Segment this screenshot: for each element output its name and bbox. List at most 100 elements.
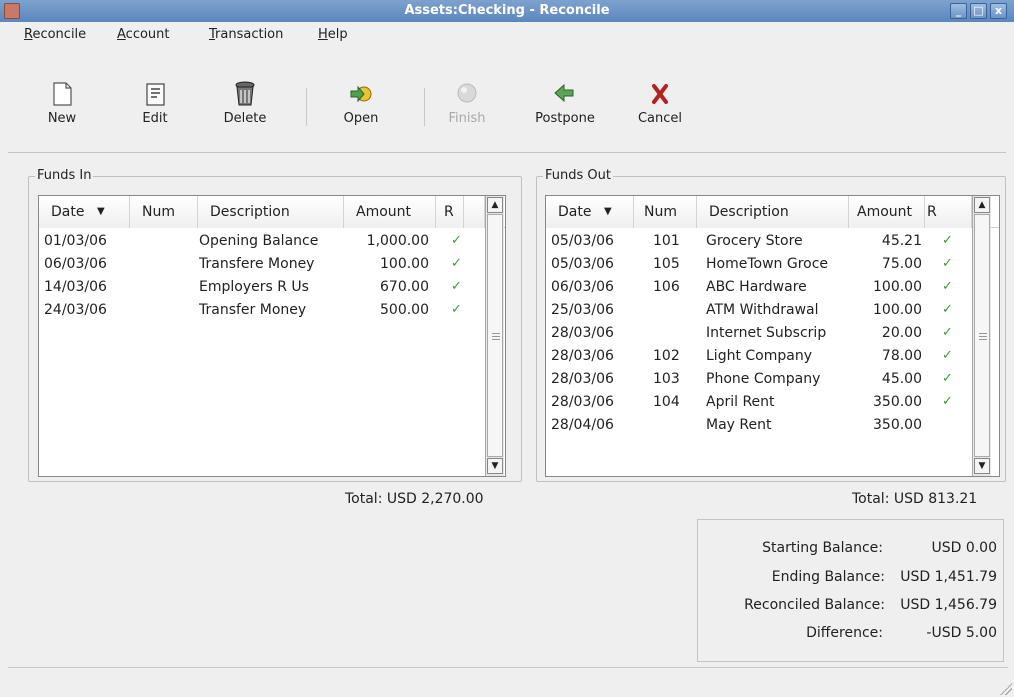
minimize-button[interactable]: _	[950, 3, 967, 19]
table-row[interactable]: 28/03/06 Internet Subscrip 20.00 ✓	[546, 322, 999, 345]
description-cell: Internet Subscrip	[706, 325, 827, 341]
close-button[interactable]: x	[990, 3, 1007, 19]
reconciled-check[interactable]: ✓	[942, 325, 953, 340]
reconciled-check[interactable]: ✓	[942, 256, 953, 271]
starting-balance-value: USD 0.00	[931, 540, 997, 556]
date-cell: 24/03/06	[44, 302, 107, 318]
scroll-trough[interactable]	[487, 214, 503, 457]
delete-label: Delete	[223, 111, 267, 126]
column-description[interactable]: Description	[697, 196, 849, 228]
title-bar[interactable]: Assets:Checking - Reconcile _ □ x	[0, 0, 1014, 22]
table-row[interactable]: 28/03/06 104 April Rent 350.00 ✓	[546, 391, 999, 414]
resize-grip-icon[interactable]	[1000, 683, 1012, 695]
funds-out-header: Date ▼ Num Description Amount R	[546, 196, 999, 228]
cancel-button[interactable]: Cancel	[625, 80, 695, 126]
scroll-grip	[979, 336, 987, 337]
column-amount[interactable]: Amount	[344, 196, 436, 228]
menu-reconcile[interactable]: Reconcile	[24, 27, 86, 42]
column-filler	[464, 196, 485, 228]
reconciled-check[interactable]: ✓	[942, 348, 953, 363]
column-num[interactable]: Num	[130, 196, 198, 228]
funds-in-rows: 01/03/06 Opening Balance 1,000.00 ✓ 06/0…	[39, 230, 505, 322]
amount-cell: 670.00	[380, 279, 429, 295]
table-row[interactable]: 14/03/06 Employers R Us 670.00 ✓	[39, 276, 505, 299]
postpone-button[interactable]: Postpone	[530, 80, 600, 126]
column-reconciled[interactable]: R	[925, 196, 972, 228]
sort-down-icon: ▼	[97, 206, 105, 217]
date-cell: 05/03/06	[551, 256, 614, 272]
column-amount[interactable]: Amount	[849, 196, 925, 228]
description-cell: Opening Balance	[199, 233, 319, 249]
menu-account[interactable]: Account	[117, 27, 170, 42]
description-cell: Transfere Money	[199, 256, 315, 272]
column-reconciled[interactable]: R	[436, 196, 464, 228]
description-cell: Grocery Store	[706, 233, 803, 249]
status-bar-divider	[8, 667, 1008, 668]
menu-help[interactable]: Help	[318, 27, 348, 42]
funds-in-scrollbar[interactable]: ▲ ▼	[485, 196, 504, 476]
reconciled-check[interactable]: ✓	[451, 302, 462, 317]
table-row[interactable]: 28/03/06 103 Phone Company 45.00 ✓	[546, 368, 999, 391]
new-button[interactable]: New	[27, 80, 97, 126]
scroll-trough[interactable]	[974, 214, 990, 457]
column-description[interactable]: Description	[198, 196, 344, 228]
cancel-x-icon	[646, 80, 674, 108]
table-row[interactable]: 01/03/06 Opening Balance 1,000.00 ✓	[39, 230, 505, 253]
maximize-button[interactable]: □	[970, 3, 987, 19]
description-cell: HomeTown Groce	[706, 256, 829, 272]
table-row[interactable]: 28/03/06 102 Light Company 78.00 ✓	[546, 345, 999, 368]
starting-balance-row: Starting Balance: USD 0.00	[698, 540, 1003, 560]
finish-button[interactable]: Finish	[432, 80, 502, 126]
funds-in-list[interactable]: Date ▼ Num Description Amount R 01/03/06…	[38, 195, 506, 477]
table-row[interactable]: 05/03/06 101 Grocery Store 45.21 ✓	[546, 230, 999, 253]
toolbar-separator	[306, 88, 307, 126]
description-cell: Transfer Money	[199, 302, 307, 318]
table-row[interactable]: 06/03/06 106 ABC Hardware 100.00 ✓	[546, 276, 999, 299]
ending-balance-value: USD 1,451.79	[900, 569, 997, 585]
delete-button[interactable]: Delete	[210, 80, 280, 126]
reconciled-check[interactable]: ✓	[942, 233, 953, 248]
trash-icon	[231, 80, 259, 108]
table-row[interactable]: 25/03/06 ATM Withdrawal 100.00 ✓	[546, 299, 999, 322]
column-date[interactable]: Date ▼	[39, 196, 130, 228]
funds-out-scrollbar[interactable]: ▲ ▼	[972, 196, 991, 476]
table-row[interactable]: 06/03/06 Transfere Money 100.00 ✓	[39, 253, 505, 276]
reconciled-check[interactable]: ✓	[942, 394, 953, 409]
scroll-down-icon[interactable]: ▼	[487, 458, 503, 474]
table-row[interactable]: 05/03/06 105 HomeTown Groce 75.00 ✓	[546, 253, 999, 276]
scroll-up-icon[interactable]: ▲	[487, 197, 503, 213]
date-cell: 01/03/06	[44, 233, 107, 249]
menu-transaction[interactable]: Transaction	[209, 27, 283, 42]
toolbar-separator	[424, 88, 425, 126]
reconciled-balance-label: Reconciled Balance:	[744, 597, 885, 613]
difference-value: -USD 5.00	[926, 625, 997, 641]
table-row[interactable]: 28/04/06 May Rent 350.00	[546, 414, 999, 437]
reconciled-check[interactable]: ✓	[942, 371, 953, 386]
num-cell: 104	[653, 394, 680, 410]
reconciled-check[interactable]: ✓	[451, 256, 462, 271]
reconciled-check[interactable]: ✓	[942, 302, 953, 317]
date-cell: 28/03/06	[551, 371, 614, 387]
description-cell: Phone Company	[706, 371, 821, 387]
amount-cell: 45.21	[881, 233, 922, 249]
column-date[interactable]: Date ▼	[546, 196, 634, 228]
amount-cell: 20.00	[881, 325, 922, 341]
table-row[interactable]: 24/03/06 Transfer Money 500.00 ✓	[39, 299, 505, 322]
reconciled-check[interactable]: ✓	[451, 279, 462, 294]
starting-balance-label: Starting Balance:	[762, 540, 883, 556]
reconciled-check[interactable]: ✓	[451, 233, 462, 248]
finish-circle-icon	[453, 80, 481, 108]
toolbar: New Edit Delete Open Finish Postpone Can…	[0, 48, 1014, 148]
column-num[interactable]: Num	[634, 196, 697, 228]
back-arrow-icon	[551, 80, 579, 108]
edit-icon	[141, 80, 169, 108]
funds-out-list[interactable]: Date ▼ Num Description Amount R 05/03/06…	[545, 195, 1000, 477]
amount-cell: 100.00	[380, 256, 429, 272]
scroll-up-icon[interactable]: ▲	[974, 197, 990, 213]
amount-cell: 75.00	[881, 256, 922, 272]
ending-balance-label: Ending Balance:	[771, 569, 885, 585]
open-button[interactable]: Open	[326, 80, 396, 126]
scroll-down-icon[interactable]: ▼	[974, 458, 990, 474]
reconciled-check[interactable]: ✓	[942, 279, 953, 294]
edit-button[interactable]: Edit	[120, 80, 190, 126]
